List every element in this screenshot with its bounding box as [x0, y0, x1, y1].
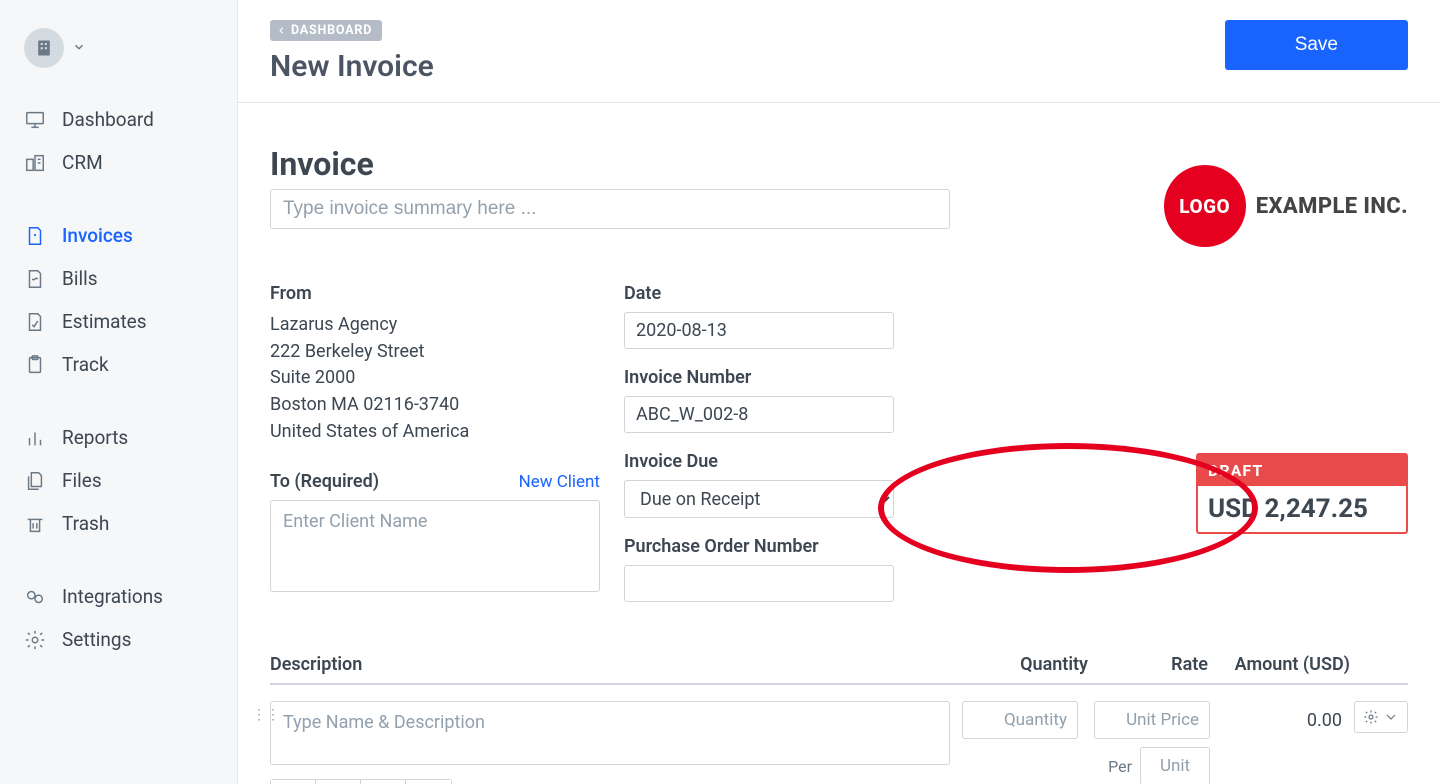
sidebar-item-label: Bills: [62, 267, 98, 290]
summary-input[interactable]: [270, 189, 950, 229]
line-tools: [270, 779, 452, 784]
client-input[interactable]: [270, 500, 600, 592]
main-content: DASHBOARD New Invoice Save Invoice LOGO …: [238, 0, 1440, 784]
sidebar-item-label: Files: [62, 469, 102, 492]
save-button[interactable]: Save: [1225, 20, 1408, 70]
sidebar-item-label: Integrations: [62, 585, 163, 608]
from-label: From: [270, 283, 600, 304]
po-input[interactable]: [624, 565, 894, 602]
invoice-icon: [24, 225, 46, 247]
sidebar-item-label: Dashboard: [62, 108, 154, 131]
invoice-heading: Invoice: [270, 145, 950, 183]
building-icon: [24, 28, 64, 68]
header: DASHBOARD New Invoice Save: [238, 0, 1440, 103]
estimate-icon: [24, 311, 46, 333]
clipboard-icon: [24, 354, 46, 376]
gear-icon: [24, 629, 46, 651]
sidebar-item-label: Track: [62, 353, 109, 376]
trash-icon: [24, 513, 46, 535]
breadcrumb[interactable]: DASHBOARD: [270, 20, 382, 41]
sidebar-item-crm[interactable]: CRM: [0, 141, 237, 184]
status-amount: USD 2,247.25: [1198, 486, 1406, 532]
page-title: New Invoice: [270, 49, 434, 84]
integrations-icon: [24, 586, 46, 608]
attachment-tool-button[interactable]: [316, 780, 361, 784]
sidebar-item-bills[interactable]: Bills: [0, 257, 237, 300]
sidebar-item-label: Trash: [62, 512, 109, 535]
line-description-input[interactable]: [270, 701, 950, 765]
caret-down-icon: [1383, 709, 1399, 725]
sidebar-item-reports[interactable]: Reports: [0, 416, 237, 459]
invoice-due-select[interactable]: Due on Receipt: [624, 480, 894, 518]
sidebar-item-integrations[interactable]: Integrations: [0, 575, 237, 618]
calendar-tool-button[interactable]: [271, 780, 316, 784]
col-rate: Rate: [1088, 654, 1208, 675]
per-label: Per: [1108, 757, 1132, 776]
line-settings-button[interactable]: [1354, 701, 1408, 733]
status-box: DRAFT USD 2,247.25: [1196, 453, 1408, 534]
from-address: Lazarus Agency 222 Berkeley Street Suite…: [270, 312, 600, 445]
org-selector[interactable]: [0, 28, 237, 92]
line-items-section: Description Quantity Rate Amount (USD) ⋮…: [270, 654, 1408, 784]
sidebar-item-trash[interactable]: Trash: [0, 502, 237, 545]
sidebar-item-label: Invoices: [62, 224, 133, 247]
chevron-left-icon: [276, 25, 287, 36]
col-amount: Amount (USD): [1208, 654, 1358, 675]
invoice-due-label: Invoice Due: [624, 451, 904, 472]
link-tool-button[interactable]: [361, 780, 406, 784]
logo-company-name: EXAMPLE INC.: [1256, 194, 1408, 219]
sidebar-item-label: Estimates: [62, 310, 147, 333]
monitor-icon: [24, 109, 46, 131]
line-item-row: ⋮⋮ Per: [270, 685, 1408, 784]
files-icon: [24, 470, 46, 492]
invoice-number-label: Invoice Number: [624, 367, 904, 388]
sidebar: Dashboard CRM Invoices Bills Estimates: [0, 0, 238, 784]
logo-badge: LOGO: [1164, 165, 1246, 247]
invoice-number-input[interactable]: [624, 396, 894, 433]
sidebar-item-files[interactable]: Files: [0, 459, 237, 502]
date-label: Date: [624, 283, 904, 304]
date-input[interactable]: [624, 312, 894, 349]
quantity-input[interactable]: [962, 701, 1078, 739]
new-client-link[interactable]: New Client: [519, 472, 600, 492]
to-label: To (Required): [270, 471, 379, 492]
sidebar-item-invoices[interactable]: Invoices: [0, 214, 237, 257]
line-items-header: Description Quantity Rate Amount (USD): [270, 654, 1408, 685]
tag-tool-button[interactable]: [406, 780, 451, 784]
unit-price-input[interactable]: [1094, 701, 1210, 739]
buildings-icon: [24, 152, 46, 174]
sidebar-item-track[interactable]: Track: [0, 343, 237, 386]
sidebar-item-label: Reports: [62, 426, 128, 449]
col-description: Description: [270, 654, 958, 675]
unit-input[interactable]: [1140, 747, 1210, 784]
line-amount: 0.00: [1222, 701, 1342, 731]
gear-icon: [1363, 709, 1379, 725]
drag-handle-icon[interactable]: ⋮⋮: [252, 707, 280, 723]
sidebar-item-label: CRM: [62, 151, 103, 174]
col-quantity: Quantity: [958, 654, 1088, 675]
bill-icon: [24, 268, 46, 290]
sidebar-item-dashboard[interactable]: Dashboard: [0, 98, 237, 141]
chart-icon: [24, 427, 46, 449]
breadcrumb-label: DASHBOARD: [291, 23, 372, 38]
company-logo: LOGO EXAMPLE INC.: [1164, 165, 1408, 247]
sidebar-item-estimates[interactable]: Estimates: [0, 300, 237, 343]
sidebar-item-settings[interactable]: Settings: [0, 618, 237, 661]
po-label: Purchase Order Number: [624, 536, 904, 557]
status-badge: DRAFT: [1198, 455, 1406, 486]
sidebar-item-label: Settings: [62, 628, 131, 651]
content-scroll[interactable]: Invoice LOGO EXAMPLE INC. From Lazarus A…: [238, 103, 1440, 784]
chevron-down-icon: [72, 39, 86, 58]
